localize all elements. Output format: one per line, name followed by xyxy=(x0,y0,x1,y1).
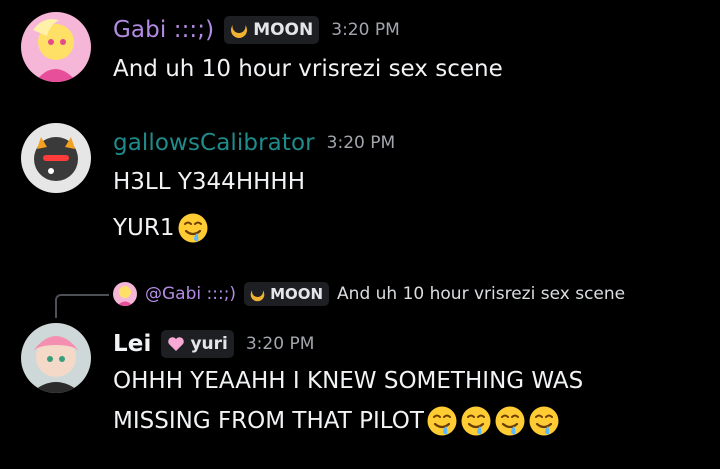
username[interactable]: Lei xyxy=(113,331,151,357)
drooling-face-emoji[interactable] xyxy=(177,212,209,244)
message-line: MISSING FROM THAT PILOT xyxy=(113,408,424,434)
message-text: OHHH YEAAHH I KNEW SOMETHING WAS xyxy=(113,368,583,394)
message-text: And uh 10 hour vrisrezi sex scene xyxy=(113,56,503,82)
timestamp: 3:20 PM xyxy=(245,334,315,354)
avatar-lei[interactable] xyxy=(21,323,91,393)
reply-preview[interactable]: @Gabi :::;) MOON And uh 10 hour vrisrezi… xyxy=(113,282,625,306)
crescent-moon-icon xyxy=(229,20,249,40)
message-line: YUR1 xyxy=(113,215,175,241)
drooling-face-emoji[interactable] xyxy=(494,405,526,437)
message-header: Lei yuri 3:20 PM xyxy=(113,330,314,358)
drooling-face-emoji[interactable] xyxy=(528,405,560,437)
message-header: gallowsCalibrator 3:20 PM xyxy=(113,130,395,156)
pink-heart-icon xyxy=(166,334,186,354)
crescent-moon-icon xyxy=(249,286,266,303)
message-text: MISSING FROM THAT PILOT xyxy=(113,405,560,437)
guild-tag[interactable]: yuri xyxy=(161,330,234,358)
drooling-face-emoji[interactable] xyxy=(426,405,458,437)
avatar-gabi[interactable] xyxy=(21,12,91,82)
message-header: Gabi :::;) MOON 3:20 PM xyxy=(113,16,400,44)
timestamp: 3:20 PM xyxy=(326,133,396,153)
reply-text: And uh 10 hour vrisrezi sex scene xyxy=(337,284,626,304)
message-line: H3LL Y344HHHH xyxy=(113,169,305,195)
message-line: And uh 10 hour vrisrezi sex scene xyxy=(113,56,503,82)
guild-tag-label: yuri xyxy=(190,334,228,354)
timestamp: 3:20 PM xyxy=(331,20,400,40)
guild-tag[interactable]: MOON xyxy=(224,16,320,44)
drooling-face-emoji[interactable] xyxy=(460,405,492,437)
message-text: H3LL Y344HHHH xyxy=(113,169,305,195)
reply-author[interactable]: @Gabi :::;) xyxy=(145,284,236,304)
guild-tag-label: MOON xyxy=(270,285,324,303)
guild-tag[interactable]: MOON xyxy=(244,282,330,306)
avatar-gallowscalibrator[interactable] xyxy=(21,123,91,193)
reply-connector xyxy=(55,294,109,318)
message-line: OHHH YEAAHH I KNEW SOMETHING WAS xyxy=(113,368,584,394)
reply-avatar xyxy=(113,282,137,306)
guild-tag-label: MOON xyxy=(253,20,314,40)
username[interactable]: gallowsCalibrator xyxy=(113,130,315,156)
message-text: YUR1 xyxy=(113,212,209,244)
username[interactable]: Gabi :::;) xyxy=(113,17,214,43)
